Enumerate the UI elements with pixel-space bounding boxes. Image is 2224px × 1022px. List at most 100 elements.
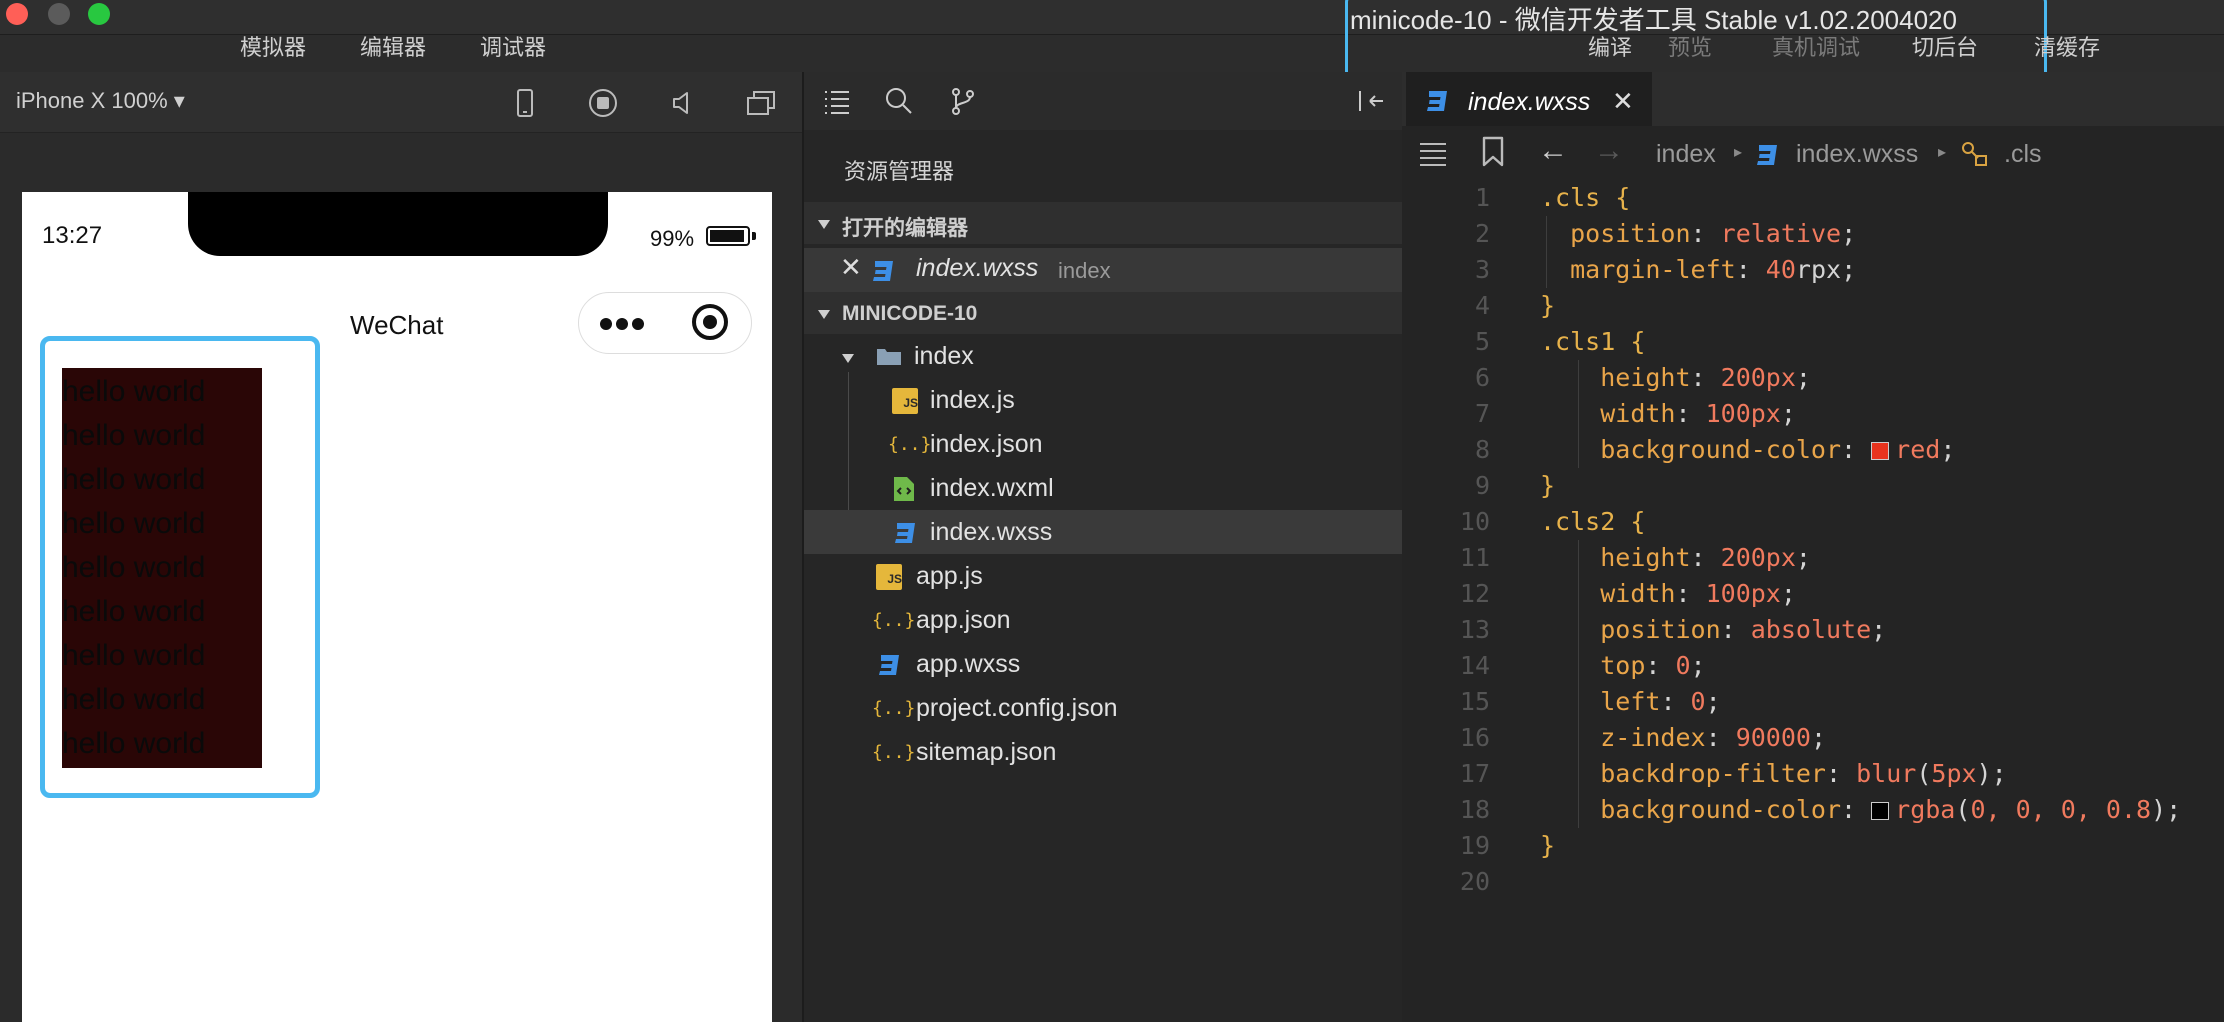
file-name: app.js	[916, 562, 983, 590]
line-number: 9	[1474, 471, 1490, 500]
css-value: red	[1895, 435, 1941, 464]
file-name: index.json	[930, 430, 1043, 458]
css-property: width	[1600, 399, 1676, 428]
bookmark-icon[interactable]	[1480, 136, 1506, 173]
punctuation: ;	[1810, 723, 1827, 752]
explorer-title: 资源管理器	[844, 159, 955, 184]
css-value: relative	[1720, 219, 1842, 248]
more-dots-icon[interactable]	[616, 318, 628, 330]
file-row-sitemap[interactable]: {..} sitemap.json	[804, 730, 1402, 774]
file-row-app-json[interactable]: {..} app.json	[804, 598, 1402, 642]
code-line-9: }	[1540, 468, 1555, 504]
tab-label: index.wxss	[1468, 88, 1591, 116]
list-icon[interactable]	[822, 86, 852, 116]
minimize-window-button[interactable]	[48, 3, 70, 25]
file-name: index.js	[930, 386, 1015, 414]
battery-percent: 99%	[650, 226, 695, 251]
punctuation: {	[1615, 327, 1646, 356]
file-row-index-wxml[interactable]: index.wxml	[804, 466, 1402, 510]
record-icon[interactable]	[586, 86, 620, 120]
status-time: 13:27	[42, 222, 103, 249]
css-function: blur	[1856, 759, 1917, 788]
breadcrumb-item[interactable]: index	[1656, 140, 1716, 169]
line-number: 20	[1459, 867, 1490, 896]
json-icon: {..}	[872, 698, 916, 719]
more-dots-icon[interactable]	[632, 318, 644, 330]
zoom-window-button[interactable]	[88, 3, 110, 25]
branch-icon[interactable]	[948, 86, 978, 116]
punctuation: :	[1841, 795, 1872, 824]
color-swatch[interactable]	[1871, 802, 1890, 820]
breadcrumb-item[interactable]: index.wxss	[1796, 140, 1918, 169]
css-value: absolute	[1750, 615, 1872, 644]
hello-world-text: hello world	[62, 727, 206, 760]
chevron-down-icon	[818, 310, 830, 319]
punctuation: );	[2151, 795, 2182, 824]
line-number: 13	[1459, 615, 1490, 644]
code-line-6: height: 200px;	[1540, 360, 1811, 396]
toolbar-debugger-button[interactable]: 调试器	[480, 30, 546, 62]
file-row-project-config[interactable]: {..} project.config.json	[804, 686, 1402, 730]
toolbar-editor-button[interactable]: 编辑器	[360, 30, 426, 62]
punctuation: {	[1600, 183, 1631, 212]
open-editors-header[interactable]: 打开的编辑器	[804, 202, 1402, 244]
code-editor[interactable]	[1402, 72, 2224, 1022]
toolbar-remote-debug-button[interactable]: 真机调试	[1772, 30, 1860, 62]
code-line-14: top: 0;	[1540, 648, 1705, 684]
hello-world-list: hello world hello world hello world hell…	[62, 370, 262, 766]
punctuation: :	[1690, 219, 1721, 248]
punctuation: ;	[1795, 363, 1811, 392]
toolbar-clear-cache-button[interactable]: 清缓存	[2034, 30, 2100, 62]
code-line-1: .cls {	[1540, 180, 1630, 216]
file-row-index-wxss[interactable]: index.wxss	[804, 510, 1402, 554]
collapse-panel-icon[interactable]	[1356, 86, 1386, 116]
folder-row-index[interactable]: index	[804, 334, 1402, 378]
project-header[interactable]: MINICODE-10	[804, 292, 1402, 334]
file-row-app-js[interactable]: JS app.js	[804, 554, 1402, 598]
css-property: height	[1600, 543, 1691, 572]
toolbar-preview-button[interactable]: 预览	[1668, 30, 1712, 62]
search-icon[interactable]	[884, 86, 914, 116]
file-name: app.wxss	[916, 650, 1021, 678]
css-property: z-index	[1600, 723, 1706, 752]
punctuation: );	[1976, 759, 2007, 788]
css-property: left	[1600, 687, 1661, 716]
close-icon[interactable]: ✕	[840, 252, 862, 283]
line-number: 17	[1459, 759, 1490, 788]
hello-world-text: hello world	[62, 683, 206, 716]
code-line-17: backdrop-filter: blur(5px);	[1540, 756, 2007, 792]
color-swatch[interactable]	[1871, 442, 1890, 460]
css-value: 200px	[1720, 363, 1796, 392]
window-icon[interactable]	[744, 86, 778, 120]
css-property: margin-left	[1570, 255, 1736, 284]
css-function: rgba	[1895, 795, 1956, 824]
outline-list-icon[interactable]	[1418, 140, 1448, 173]
hello-world-text: hello world	[62, 639, 206, 672]
close-window-button[interactable]	[6, 3, 28, 25]
project-label: MINICODE-10	[842, 302, 978, 325]
hello-world-text: hello world	[62, 507, 206, 540]
toolbar-compile-button[interactable]: 编译	[1588, 30, 1632, 62]
css-property: height	[1600, 363, 1691, 392]
breadcrumb-item[interactable]: .cls	[2004, 140, 2042, 169]
toolbar-background-button[interactable]: 切后台	[1912, 30, 1978, 62]
line-number: 19	[1459, 831, 1490, 860]
code-line-15: left: 0;	[1540, 684, 1720, 720]
speaker-icon[interactable]	[666, 86, 700, 120]
line-number: 3	[1474, 255, 1490, 284]
file-row-index-js[interactable]: JS index.js	[804, 378, 1402, 422]
chevron-down-icon	[842, 354, 854, 363]
forward-arrow-icon[interactable]: →	[1594, 134, 1624, 168]
chevron-down-icon	[818, 220, 830, 229]
close-icon[interactable]: ✕	[1612, 86, 1634, 117]
phone-icon[interactable]	[508, 86, 542, 120]
toolbar-simulator-button[interactable]: 模拟器	[240, 30, 306, 62]
css-property: position	[1600, 615, 1721, 644]
file-row-index-json[interactable]: {..} index.json	[804, 422, 1402, 466]
punctuation: ;	[1780, 399, 1796, 428]
back-arrow-icon[interactable]: ←	[1538, 134, 1568, 168]
device-select[interactable]: iPhone X 100% ▾	[16, 88, 185, 114]
more-dots-icon[interactable]	[600, 318, 612, 330]
file-row-app-wxss[interactable]: app.wxss	[804, 642, 1402, 686]
punctuation: ;	[1795, 543, 1811, 572]
